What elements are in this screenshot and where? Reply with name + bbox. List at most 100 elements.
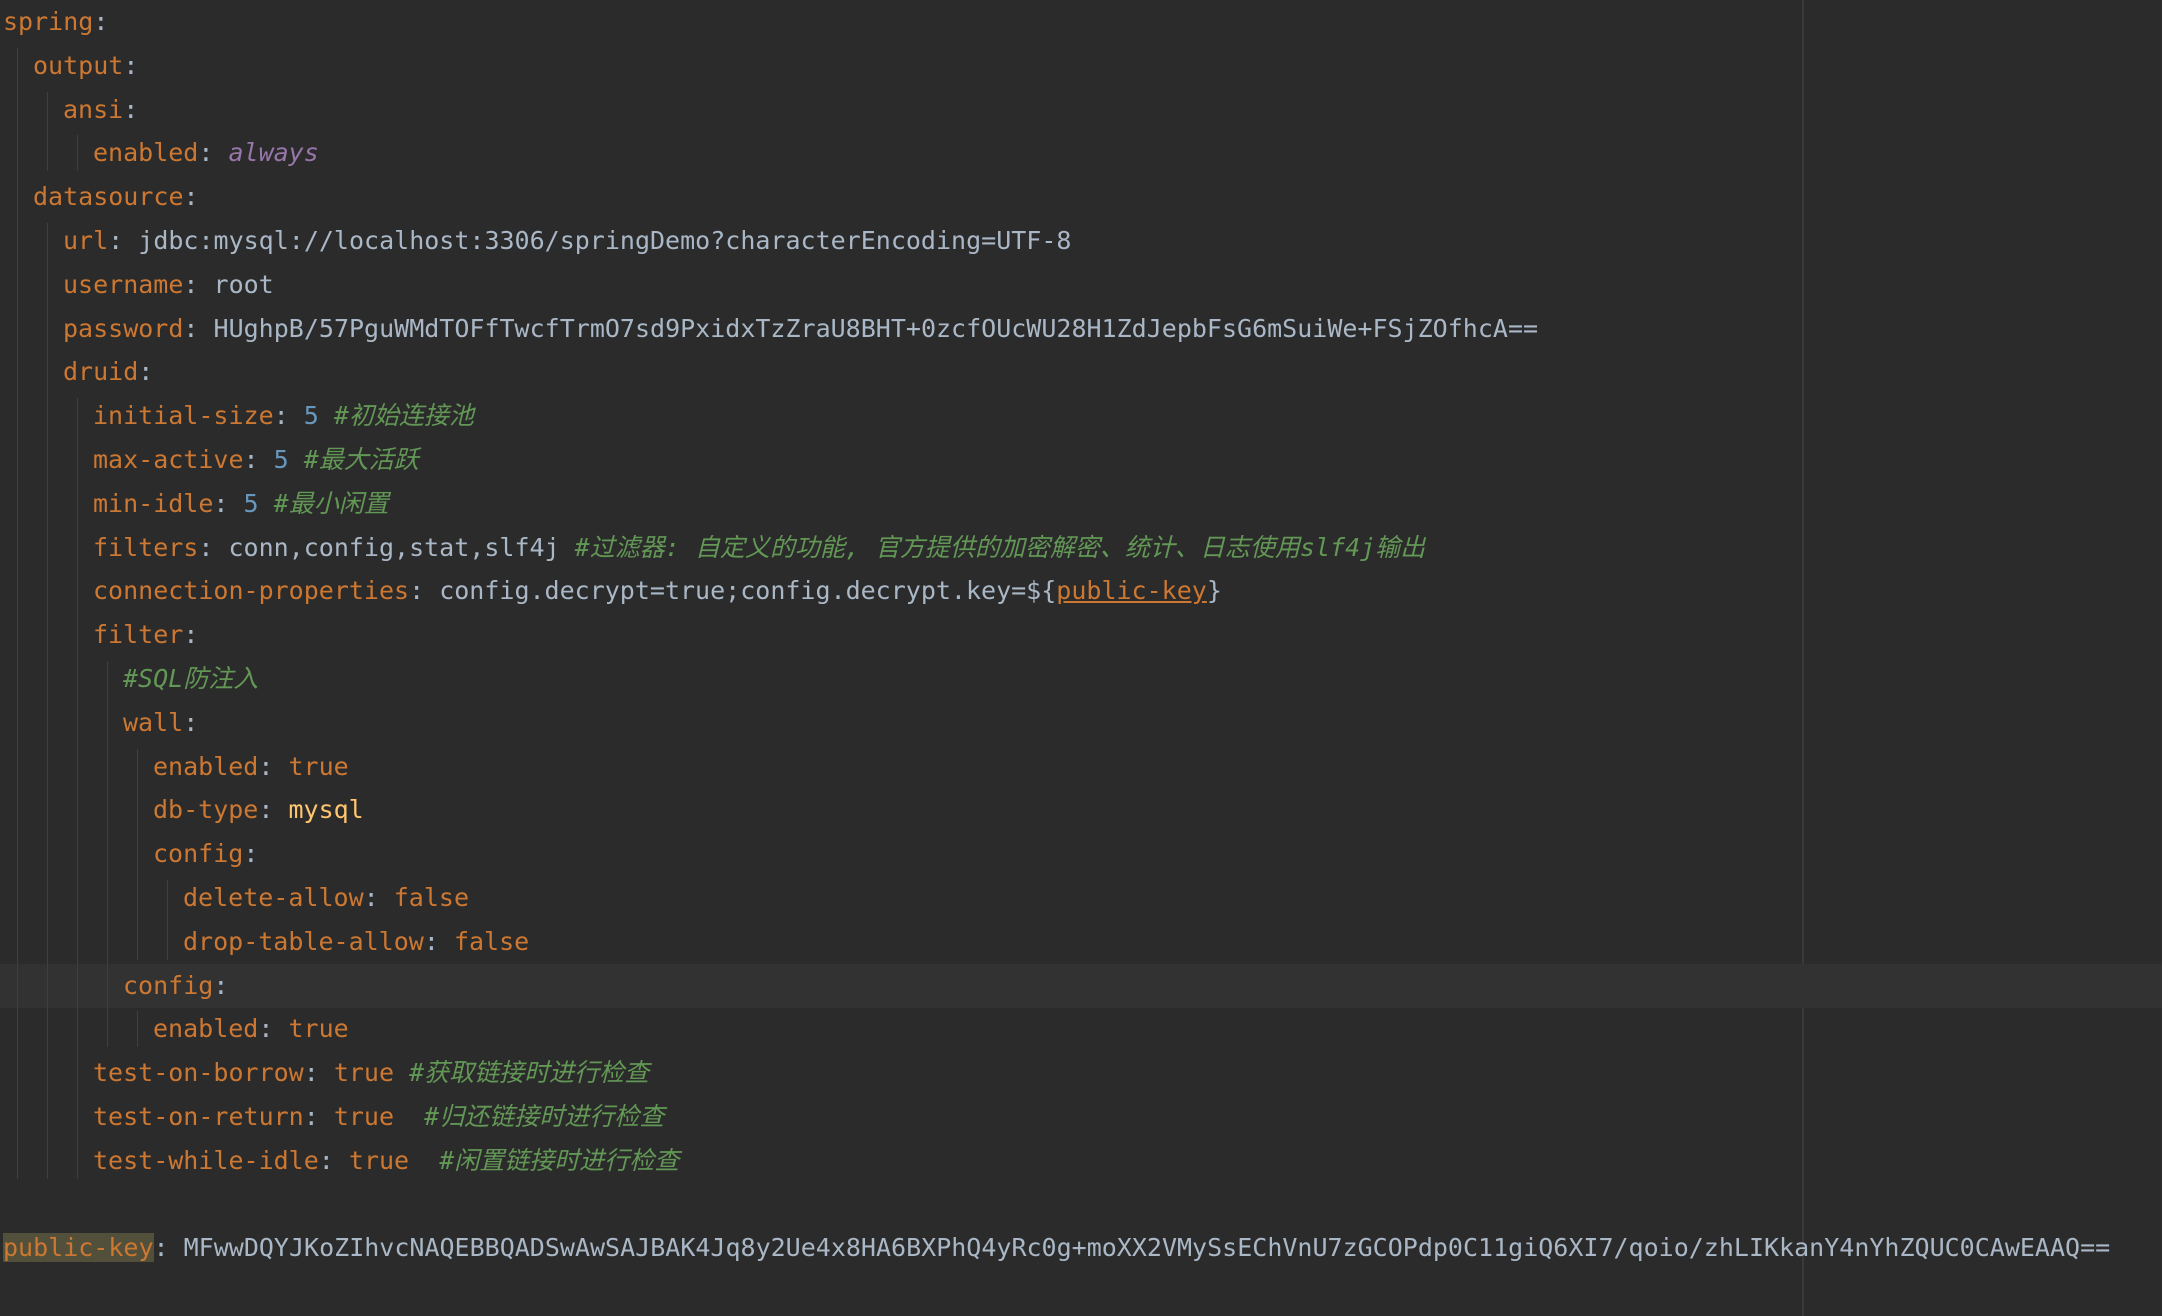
- yaml-key: enabled: [153, 751, 259, 781]
- code-line[interactable]: test-on-borrow: true #获取链接时进行检查: [0, 1051, 2162, 1095]
- yaml-key: test-on-borrow: [93, 1058, 304, 1088]
- indent-guide: [47, 223, 48, 1179]
- yaml-value: 5: [303, 401, 319, 431]
- indent-guide: [137, 1011, 138, 1048]
- code-line[interactable]: min-idle: 5 #最小闲置: [0, 482, 2162, 526]
- code-line[interactable]: url: jdbc:mysql://localhost:3306/springD…: [0, 219, 2162, 263]
- colon: :: [303, 1058, 334, 1088]
- yaml-value: true: [348, 1145, 410, 1175]
- yaml-key: delete-allow: [183, 883, 364, 912]
- yaml-key: ansi: [63, 94, 124, 124]
- yaml-key: wall: [123, 707, 184, 737]
- code-line[interactable]: username: root: [0, 263, 2162, 307]
- colon: :: [138, 357, 154, 387]
- code-line[interactable]: config:: [0, 832, 2162, 876]
- code-line[interactable]: public-key: MFwwDQYJKoZIhvcNAQEBBQADSwAw…: [0, 1226, 2162, 1270]
- code-line[interactable]: output:: [0, 44, 2162, 88]
- yaml-value: false: [393, 883, 469, 912]
- yaml-comment: #获取链接时进行检查: [394, 1058, 650, 1088]
- yaml-key: spring: [3, 7, 94, 36]
- code-line[interactable]: ansi:: [0, 88, 2162, 132]
- yaml-key: connection-properties: [93, 576, 410, 606]
- colon: :: [108, 226, 139, 255]
- indent-guide: [167, 880, 168, 960]
- yaml-value: 5: [273, 445, 289, 474]
- yaml-key: druid: [63, 357, 139, 387]
- yaml-key: datasource: [33, 182, 184, 212]
- code-line[interactable]: password: HUghpB/57PguWMdTOFfTwcfTrmO7sd…: [0, 307, 2162, 351]
- code-line[interactable]: wall:: [0, 701, 2162, 745]
- colon: :: [213, 488, 244, 518]
- yaml-comment: #最大活跃: [288, 445, 419, 474]
- yaml-key: username: [63, 269, 184, 299]
- indent-guide: [17, 47, 18, 1179]
- yaml-value: 5: [243, 488, 259, 518]
- yaml-key: enabled: [93, 138, 199, 168]
- colon: :: [409, 576, 440, 606]
- code-line[interactable]: spring:: [0, 0, 2162, 44]
- colon: :: [183, 313, 214, 343]
- code-line[interactable]: datasource:: [0, 175, 2162, 219]
- yaml-value: conn,config,stat,slf4j: [228, 532, 560, 562]
- colon: :: [123, 50, 139, 80]
- code-line[interactable]: test-while-idle: true #闲置链接时进行检查: [0, 1139, 2162, 1183]
- yaml-value: true: [288, 1014, 349, 1044]
- code-line[interactable]: test-on-return: true #归还链接时进行检查: [0, 1095, 2162, 1139]
- yaml-key: output: [33, 50, 124, 80]
- yaml-comment: #初始连接池: [318, 401, 474, 431]
- code-editor[interactable]: spring: output: ansi: enabled: always dataso…: [0, 0, 2162, 1316]
- code-line[interactable]: druid:: [0, 350, 2162, 394]
- code-line[interactable]: filters: conn,config,stat,slf4j #过滤器: 自定…: [0, 526, 2162, 570]
- colon: :: [303, 1102, 334, 1131]
- yaml-key: enabled: [153, 1014, 259, 1044]
- indent-guide: [47, 91, 48, 172]
- yaml-comment: #SQL防注入: [123, 664, 259, 693]
- yaml-value: MFwwDQYJKoZIhvcNAQEBBQADSwAwSAJBAK4Jq8y2…: [183, 1233, 2111, 1263]
- yaml-comment: #过滤器: 自定义的功能, 官方提供的加密解密、统计、日志使用slf4j输出: [559, 532, 1426, 562]
- colon: :: [123, 94, 139, 124]
- yaml-key: password: [63, 313, 184, 343]
- colon: :: [243, 445, 274, 474]
- code-line[interactable]: max-active: 5 #最大活跃: [0, 438, 2162, 482]
- code-line[interactable]: #SQL防注入: [0, 657, 2162, 701]
- colon: :: [183, 269, 214, 299]
- colon: :: [93, 7, 109, 36]
- colon: :: [423, 926, 454, 956]
- colon: :: [183, 707, 199, 737]
- yaml-value: HUghpB/57PguWMdTOFfTwcfTrmO7sd9PxidxTzZr…: [213, 313, 1539, 343]
- colon: :: [198, 532, 229, 562]
- code-line[interactable]: [0, 1183, 2162, 1227]
- code-line[interactable]: filter:: [0, 613, 2162, 657]
- code-line[interactable]: initial-size: 5 #初始连接池: [0, 394, 2162, 438]
- colon: :: [273, 401, 304, 431]
- yaml-key: test-on-return: [93, 1102, 304, 1131]
- colon: :: [363, 883, 394, 912]
- indent-guide: [77, 135, 78, 172]
- colon: :: [258, 1014, 289, 1044]
- yaml-key: config: [153, 839, 244, 869]
- code-line[interactable]: connection-properties: config.decrypt=tr…: [0, 569, 2162, 613]
- code-line[interactable]: config:: [0, 963, 2162, 1008]
- colon: :: [318, 1145, 349, 1175]
- yaml-comment: #归还链接时进行检查: [394, 1102, 665, 1131]
- colon: :: [183, 620, 199, 650]
- yaml-value: root: [213, 269, 274, 299]
- yaml-key: filters: [93, 532, 199, 562]
- code-line[interactable]: drop-table-allow: false: [0, 920, 2162, 964]
- colon: :: [243, 839, 259, 869]
- yaml-value: mysql: [288, 795, 364, 825]
- code-line[interactable]: db-type: mysql: [0, 788, 2162, 832]
- yaml-key: url: [63, 226, 109, 255]
- yaml-comment: #最小闲置: [258, 488, 389, 518]
- colon: :: [198, 138, 229, 168]
- code-line[interactable]: enabled: true: [0, 1007, 2162, 1051]
- indent-guide: [107, 661, 108, 1048]
- yaml-key: filter: [93, 620, 184, 650]
- code-line[interactable]: enabled: always: [0, 131, 2162, 175]
- code-line[interactable]: delete-allow: false: [0, 876, 2162, 920]
- yaml-key: db-type: [153, 795, 259, 825]
- indent-guide: [137, 748, 138, 960]
- yaml-reference-link[interactable]: public-key: [1056, 576, 1207, 605]
- code-line[interactable]: enabled: true: [0, 745, 2162, 789]
- yaml-value: config.decrypt=true;config.decrypt.key=$…: [439, 576, 1057, 606]
